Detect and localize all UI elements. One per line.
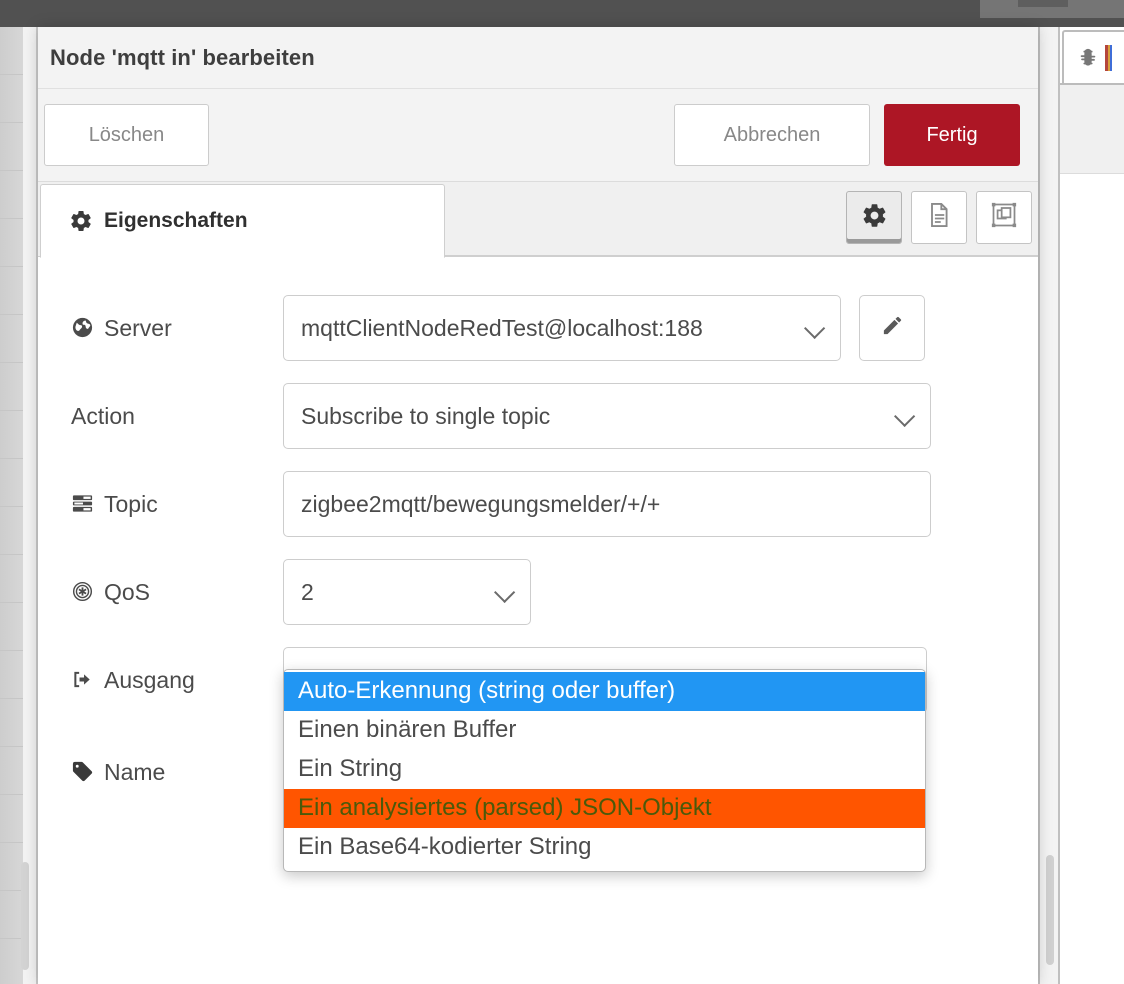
- bug-icon: [1077, 47, 1099, 69]
- palette-item[interactable]: [0, 459, 23, 507]
- sign-out-icon: [71, 668, 95, 692]
- label-name: Name: [38, 739, 283, 805]
- dropdown-option[interactable]: Auto-Erkennung (string oder buffer): [284, 672, 925, 711]
- palette-item[interactable]: [0, 267, 23, 315]
- delete-button[interactable]: Löschen: [44, 104, 209, 166]
- label-name-text: Name: [104, 758, 166, 785]
- tabstrip-baseline: [443, 255, 1038, 256]
- palette-item[interactable]: [0, 507, 23, 555]
- description-icon: [925, 201, 953, 234]
- palette-item[interactable]: [0, 363, 23, 411]
- dropdown-option[interactable]: Ein String: [284, 750, 925, 789]
- debug-panel-body: [1060, 83, 1124, 173]
- page-title: Node 'mqtt in' bearbeiten: [50, 44, 315, 70]
- pencil-icon: [881, 314, 904, 342]
- label-output: Ausgang: [38, 647, 283, 713]
- palette-item[interactable]: [0, 795, 23, 843]
- list-icon: [71, 492, 95, 516]
- dialog-toolbar: Löschen Abbrechen Fertig: [38, 89, 1038, 182]
- form-row-action: Action Subscribe to single topic: [38, 383, 1038, 449]
- label-topic: Topic: [38, 471, 283, 537]
- palette-item[interactable]: [0, 603, 23, 651]
- palette-item[interactable]: [0, 171, 23, 219]
- label-action: Action: [38, 383, 283, 449]
- gear-icon: [69, 209, 93, 233]
- server-select[interactable]: mqttClientNodeRedTest@localhost:188: [283, 295, 841, 361]
- form-row-server: Server mqttClientNodeRedTest@localhost:1…: [38, 295, 1038, 361]
- node-edit-dialog: Node 'mqtt in' bearbeiten Löschen Abbrec…: [38, 27, 1038, 984]
- palette-item[interactable]: [0, 555, 23, 603]
- tab-icon-properties[interactable]: [846, 191, 902, 244]
- qos-value: 2: [301, 578, 314, 605]
- node-palette-strip[interactable]: [0, 27, 23, 984]
- action-value: Subscribe to single topic: [301, 402, 551, 429]
- topic-input[interactable]: zigbee2mqtt/bewegungsmelder/+/+: [283, 471, 931, 537]
- action-select[interactable]: Subscribe to single topic: [283, 383, 931, 449]
- globe-icon: [71, 316, 95, 340]
- qos-select[interactable]: 2: [283, 559, 531, 625]
- edit-server-button[interactable]: [859, 295, 925, 361]
- palette-item[interactable]: [0, 219, 23, 267]
- editor-scrollbar-thumb[interactable]: [1046, 855, 1054, 965]
- palette-item[interactable]: [0, 843, 23, 891]
- palette-item[interactable]: [0, 123, 23, 171]
- properties-form: Server mqttClientNodeRedTest@localhost:1…: [38, 257, 1038, 872]
- label-server-text: Server: [104, 314, 172, 341]
- tag-icon: [71, 760, 95, 784]
- palette-item[interactable]: [0, 939, 23, 984]
- label-server: Server: [38, 295, 283, 361]
- label-action-text: Action: [71, 402, 135, 429]
- gear-icon: [861, 202, 888, 234]
- tab-debug[interactable]: [1062, 30, 1124, 83]
- palette-item[interactable]: [0, 747, 23, 795]
- dialog-header: Node 'mqtt in' bearbeiten: [38, 27, 1038, 89]
- palette-item[interactable]: [0, 315, 23, 363]
- appearance-icon: [990, 201, 1018, 234]
- tab-properties-label: Eigenschaften: [104, 209, 248, 232]
- window-chrome-right: [980, 0, 1124, 18]
- window-chrome-bar: [0, 0, 1124, 27]
- dropdown-option[interactable]: Ein analysiertes (parsed) JSON-Objekt: [284, 789, 925, 828]
- done-button[interactable]: Fertig: [884, 104, 1020, 166]
- tab-properties[interactable]: Eigenschaften: [40, 184, 445, 258]
- cancel-button[interactable]: Abbrechen: [674, 104, 870, 166]
- palette-item[interactable]: [0, 699, 23, 747]
- output-dropdown-list[interactable]: Auto-Erkennung (string oder buffer) Eine…: [283, 669, 926, 872]
- palette-scrollbar-thumb[interactable]: [21, 862, 29, 970]
- tab-icon-appearance[interactable]: [976, 191, 1032, 244]
- form-row-qos: QoS 2: [38, 559, 1038, 625]
- window-chrome-notch: [1018, 0, 1068, 7]
- form-row-topic: Topic zigbee2mqtt/bewegungsmelder/+/+: [38, 471, 1038, 537]
- palette-item[interactable]: [0, 75, 23, 123]
- editor-scroll-gutter: [1038, 27, 1060, 984]
- debug-panel-lower: [1060, 173, 1124, 984]
- topic-value: zigbee2mqtt/bewegungsmelder/+/+: [301, 490, 661, 517]
- palette-item[interactable]: [0, 411, 23, 459]
- dialog-tabstrip: Eigenschaften: [38, 182, 1038, 258]
- server-value: mqttClientNodeRedTest@localhost:188: [301, 314, 703, 341]
- label-qos-text: QoS: [104, 578, 151, 605]
- palette-item[interactable]: [0, 651, 23, 699]
- dropdown-option[interactable]: Einen binären Buffer: [284, 711, 925, 750]
- tab-icon-description[interactable]: [911, 191, 967, 244]
- app-root: Node 'mqtt in' bearbeiten Löschen Abbrec…: [0, 0, 1124, 984]
- tab-icon-group: [846, 191, 1032, 244]
- debug-color-bar: [1105, 44, 1112, 71]
- label-qos: QoS: [38, 559, 283, 625]
- palette-item[interactable]: [0, 891, 23, 939]
- label-output-text: Ausgang: [104, 666, 195, 693]
- label-topic-text: Topic: [104, 490, 158, 517]
- qos-icon: [71, 580, 95, 604]
- palette-item[interactable]: [0, 27, 23, 75]
- dropdown-option[interactable]: Ein Base64-kodierter String: [284, 828, 925, 867]
